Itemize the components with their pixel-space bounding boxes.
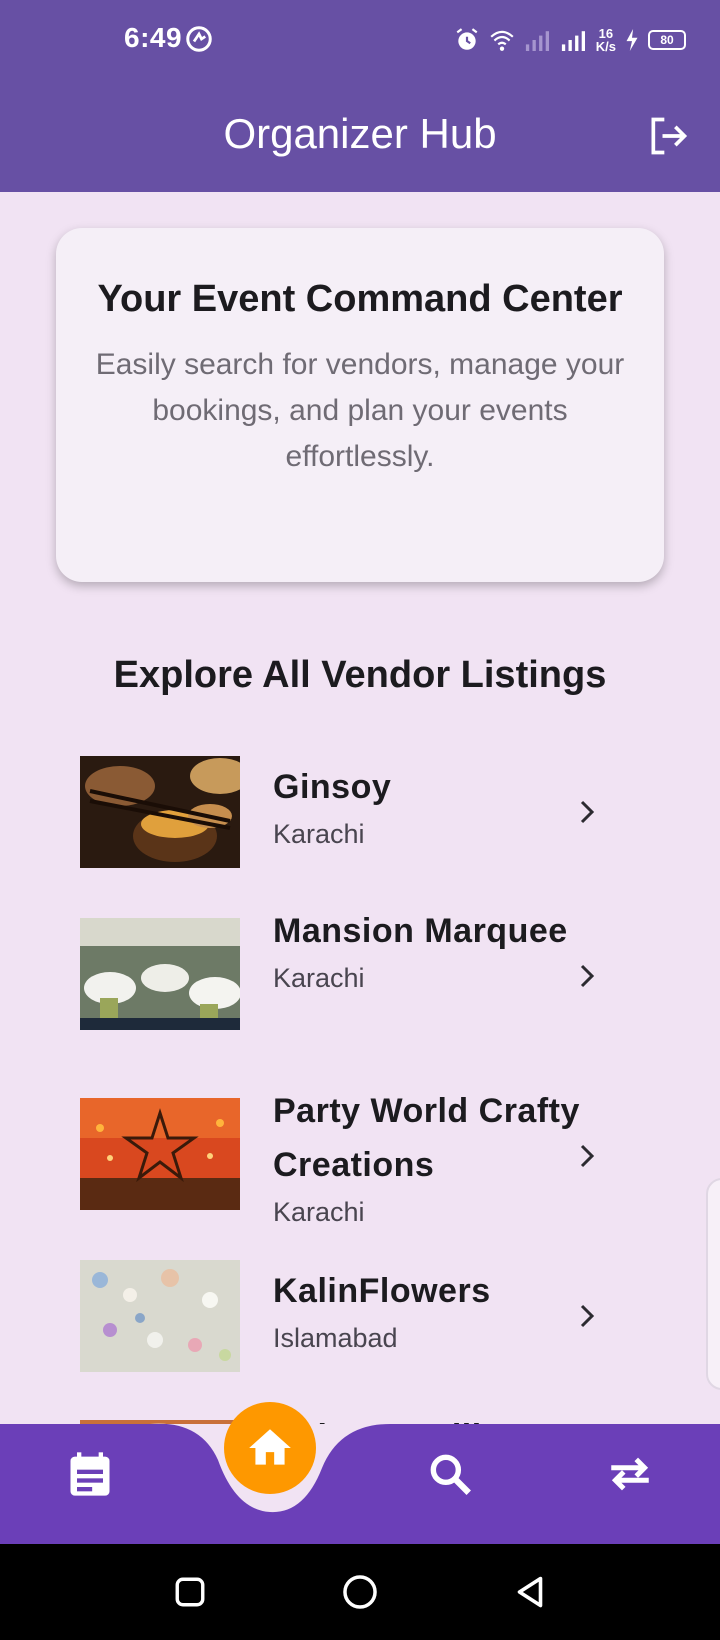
network-speed: 16 K/s — [596, 27, 616, 53]
vendor-location: Islamabad — [273, 1323, 398, 1353]
swap-icon — [611, 1457, 649, 1491]
status-bar: 6:49 16 K/s 80 — [0, 0, 720, 80]
bookings-nav-button[interactable] — [60, 1444, 120, 1504]
status-time: 6:49 — [124, 22, 183, 53]
vendor-text: Party World Crafty Creations Karachi — [273, 1084, 593, 1232]
vendor-name: KalinFlowers — [273, 1272, 491, 1310]
vendor-text: KalinFlowers Islamabad — [273, 1264, 593, 1358]
app-bar: Organizer Hub — [0, 80, 720, 192]
hero-title: Your Event Command Center — [97, 278, 623, 320]
hero-description: Easily search for vendors, manage your b… — [95, 348, 625, 473]
network-speed-unit: K/s — [595, 39, 616, 54]
home-nav-button[interactable] — [224, 1402, 316, 1494]
vendor-location: Karachi — [273, 819, 365, 849]
vendor-image — [80, 918, 240, 1030]
logout-button[interactable] — [642, 110, 694, 162]
back-triangle-icon — [517, 1576, 543, 1608]
chevron-right-icon — [580, 800, 595, 824]
vendor-image — [80, 756, 240, 868]
vendor-text: Mansion Marquee Karachi — [273, 904, 593, 998]
switch-role-nav-button[interactable] — [600, 1444, 660, 1504]
vendor-name: Mansion Marquee — [273, 912, 568, 950]
system-navigation-bar — [0, 1544, 720, 1640]
search-icon — [430, 1454, 471, 1495]
vendor-item-mansion-marquee[interactable]: Mansion Marquee Karachi — [80, 904, 640, 1060]
chevron-right-icon — [580, 1144, 595, 1168]
home-circle-icon — [343, 1575, 377, 1609]
vendor-name: Party World Crafty Creations — [273, 1092, 580, 1184]
vendor-image — [80, 1260, 240, 1372]
hero-card: Your Event Command Center Easily search … — [56, 228, 664, 582]
signal-icon — [561, 31, 585, 51]
signal-weak-icon — [525, 31, 549, 51]
vendor-text: Ginsoy Karachi — [273, 760, 593, 854]
home-system-button[interactable] — [338, 1570, 382, 1614]
recents-button[interactable] — [168, 1570, 212, 1614]
vendor-item-party-world[interactable]: Party World Crafty Creations Karachi — [80, 1084, 640, 1240]
wifi-icon — [490, 30, 514, 51]
battery-indicator: 80 — [648, 30, 686, 50]
home-icon — [249, 1429, 291, 1465]
page-title: Organizer Hub — [223, 110, 497, 157]
vendor-name: Ginsoy — [273, 768, 392, 806]
charging-icon — [626, 29, 638, 51]
vendor-location: Karachi — [273, 963, 365, 993]
back-button[interactable] — [508, 1570, 552, 1614]
data-saver-icon — [186, 26, 212, 52]
search-nav-button[interactable] — [420, 1444, 480, 1504]
vendor-item-ginsoy[interactable]: Ginsoy Karachi — [80, 756, 640, 868]
vendor-location: Karachi — [273, 1197, 365, 1227]
calendar-icon — [70, 1452, 110, 1496]
alarm-icon — [456, 28, 478, 50]
vendor-item-kalinflowers[interactable]: KalinFlowers Islamabad — [80, 1260, 640, 1372]
chevron-right-icon — [580, 1304, 595, 1328]
recents-icon — [175, 1577, 205, 1607]
logout-icon — [651, 117, 688, 155]
chevron-right-icon — [580, 964, 595, 988]
vendor-image — [80, 1098, 240, 1210]
section-title: Explore All Vendor Listings — [113, 654, 607, 696]
side-drawer-handle[interactable] — [706, 1178, 720, 1390]
